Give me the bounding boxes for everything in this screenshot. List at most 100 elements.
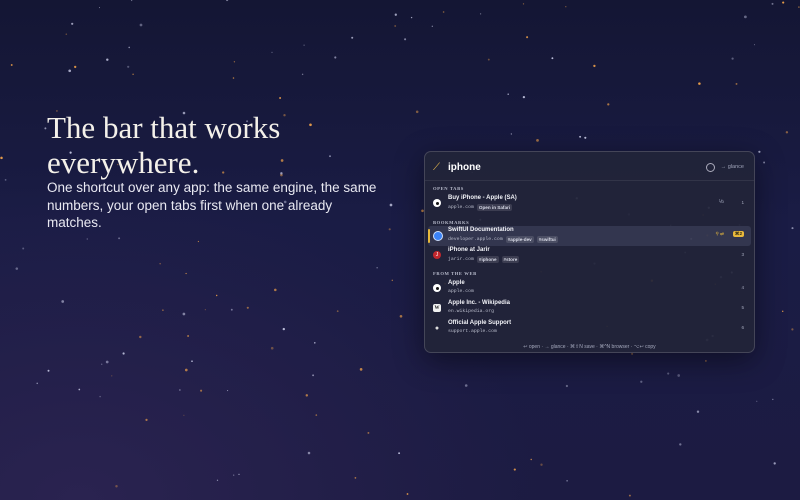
star bbox=[479, 13, 482, 15]
settings-icon[interactable] bbox=[705, 162, 715, 172]
search-bar[interactable]: ⟋ iphone → glance bbox=[433, 158, 744, 176]
star bbox=[232, 77, 235, 79]
result-tag[interactable]: #apple-dev bbox=[505, 236, 534, 243]
result-shortcut: 1 bbox=[741, 200, 744, 205]
star bbox=[526, 36, 529, 39]
star bbox=[65, 33, 68, 35]
star bbox=[4, 179, 7, 181]
star bbox=[106, 58, 109, 61]
result-title: Official Apple Support bbox=[448, 320, 512, 326]
star bbox=[204, 309, 206, 311]
star bbox=[744, 15, 747, 19]
star bbox=[22, 247, 25, 250]
apple-support-icon: ● bbox=[434, 324, 440, 332]
star bbox=[301, 73, 304, 76]
result-shortcut: 3 bbox=[741, 252, 744, 257]
star bbox=[274, 288, 277, 292]
star bbox=[640, 380, 643, 383]
result-title: Apple bbox=[448, 280, 465, 286]
star bbox=[86, 238, 88, 240]
star bbox=[391, 279, 394, 282]
star bbox=[98, 7, 101, 9]
star bbox=[200, 389, 203, 392]
apple-icon bbox=[433, 284, 441, 292]
divider bbox=[425, 180, 754, 181]
star bbox=[394, 13, 397, 16]
result-row[interactable]: ● Official Apple Support support.apple.c… bbox=[428, 319, 751, 339]
result-shortcut: ⌘2 bbox=[732, 231, 744, 237]
star bbox=[782, 1, 785, 4]
star bbox=[15, 267, 19, 270]
result-tag[interactable]: #store bbox=[501, 256, 520, 263]
star bbox=[122, 352, 125, 355]
result-row[interactable]: W Apple Inc. - Wikipedia en.wikipedia.or… bbox=[428, 299, 751, 319]
result-shortcut: 6 bbox=[741, 325, 744, 330]
result-title: iPhone at Jarir bbox=[448, 247, 490, 253]
star bbox=[351, 36, 354, 39]
star bbox=[394, 25, 397, 27]
result-tag[interactable]: Open in Safari bbox=[476, 204, 513, 211]
launcher-panel: ⟋ iphone → glance OPEN TABS Buy iPhone -… bbox=[424, 151, 755, 353]
result-tag[interactable]: #swiftui bbox=[536, 236, 558, 243]
star bbox=[566, 480, 568, 482]
star bbox=[115, 484, 118, 488]
star bbox=[191, 360, 193, 363]
star bbox=[184, 368, 188, 372]
star bbox=[507, 93, 509, 95]
star bbox=[139, 335, 142, 339]
star bbox=[233, 474, 235, 476]
result-row[interactable]: Apple apple.com 4 bbox=[428, 279, 751, 299]
pin-icon[interactable]: ⚲ ⇄ bbox=[716, 231, 725, 237]
star bbox=[696, 410, 700, 413]
star bbox=[771, 2, 774, 5]
star bbox=[227, 390, 229, 392]
result-shortcut: 5 bbox=[741, 305, 744, 310]
star bbox=[187, 335, 190, 337]
keyboard-hints: ↩ open · → glance · ⌘⇧N save · ⌘^N brows… bbox=[523, 344, 656, 350]
star bbox=[551, 57, 554, 60]
star bbox=[389, 203, 393, 207]
result-row[interactable]: Buy iPhone - Apple (SA) apple.com Open i… bbox=[428, 194, 751, 214]
star bbox=[101, 363, 103, 365]
star bbox=[410, 16, 413, 19]
star bbox=[139, 23, 143, 27]
star bbox=[47, 369, 50, 372]
result-row[interactable]: J iPhone at Jarir jarir.com #iphone #sto… bbox=[428, 246, 751, 266]
section-label-from-the-web: FROM THE WEB bbox=[433, 271, 477, 276]
star bbox=[530, 458, 532, 461]
star bbox=[565, 384, 569, 388]
star bbox=[584, 136, 587, 139]
star bbox=[607, 103, 610, 106]
result-title: SwiftUI Documentation bbox=[448, 227, 514, 233]
star bbox=[773, 462, 776, 465]
star bbox=[118, 237, 121, 240]
star bbox=[398, 452, 401, 455]
hero-subtitle: One shortcut over any app: the same engi… bbox=[47, 180, 377, 230]
star bbox=[307, 451, 311, 455]
star bbox=[128, 46, 130, 49]
star bbox=[376, 267, 378, 269]
star bbox=[183, 414, 185, 416]
star bbox=[68, 69, 72, 73]
star bbox=[593, 64, 596, 68]
star bbox=[336, 310, 339, 313]
wikipedia-icon: W bbox=[433, 304, 441, 312]
star bbox=[753, 44, 756, 46]
star bbox=[182, 312, 186, 316]
star bbox=[731, 57, 734, 60]
result-row-selected[interactable]: SwiftUI Documentation developer.apple.co… bbox=[428, 226, 751, 246]
swift-icon bbox=[433, 231, 443, 241]
result-tag[interactable]: #iphone bbox=[476, 256, 499, 263]
star bbox=[698, 82, 701, 85]
star bbox=[579, 135, 582, 138]
star bbox=[246, 306, 249, 309]
star bbox=[303, 44, 305, 46]
star bbox=[233, 61, 236, 63]
star bbox=[359, 368, 363, 371]
star bbox=[510, 133, 512, 135]
star bbox=[763, 161, 766, 164]
star bbox=[677, 374, 681, 377]
result-url: support.apple.com bbox=[448, 329, 497, 334]
search-query[interactable]: iphone bbox=[448, 162, 481, 173]
tab-indicator: ⅟b bbox=[718, 199, 724, 204]
